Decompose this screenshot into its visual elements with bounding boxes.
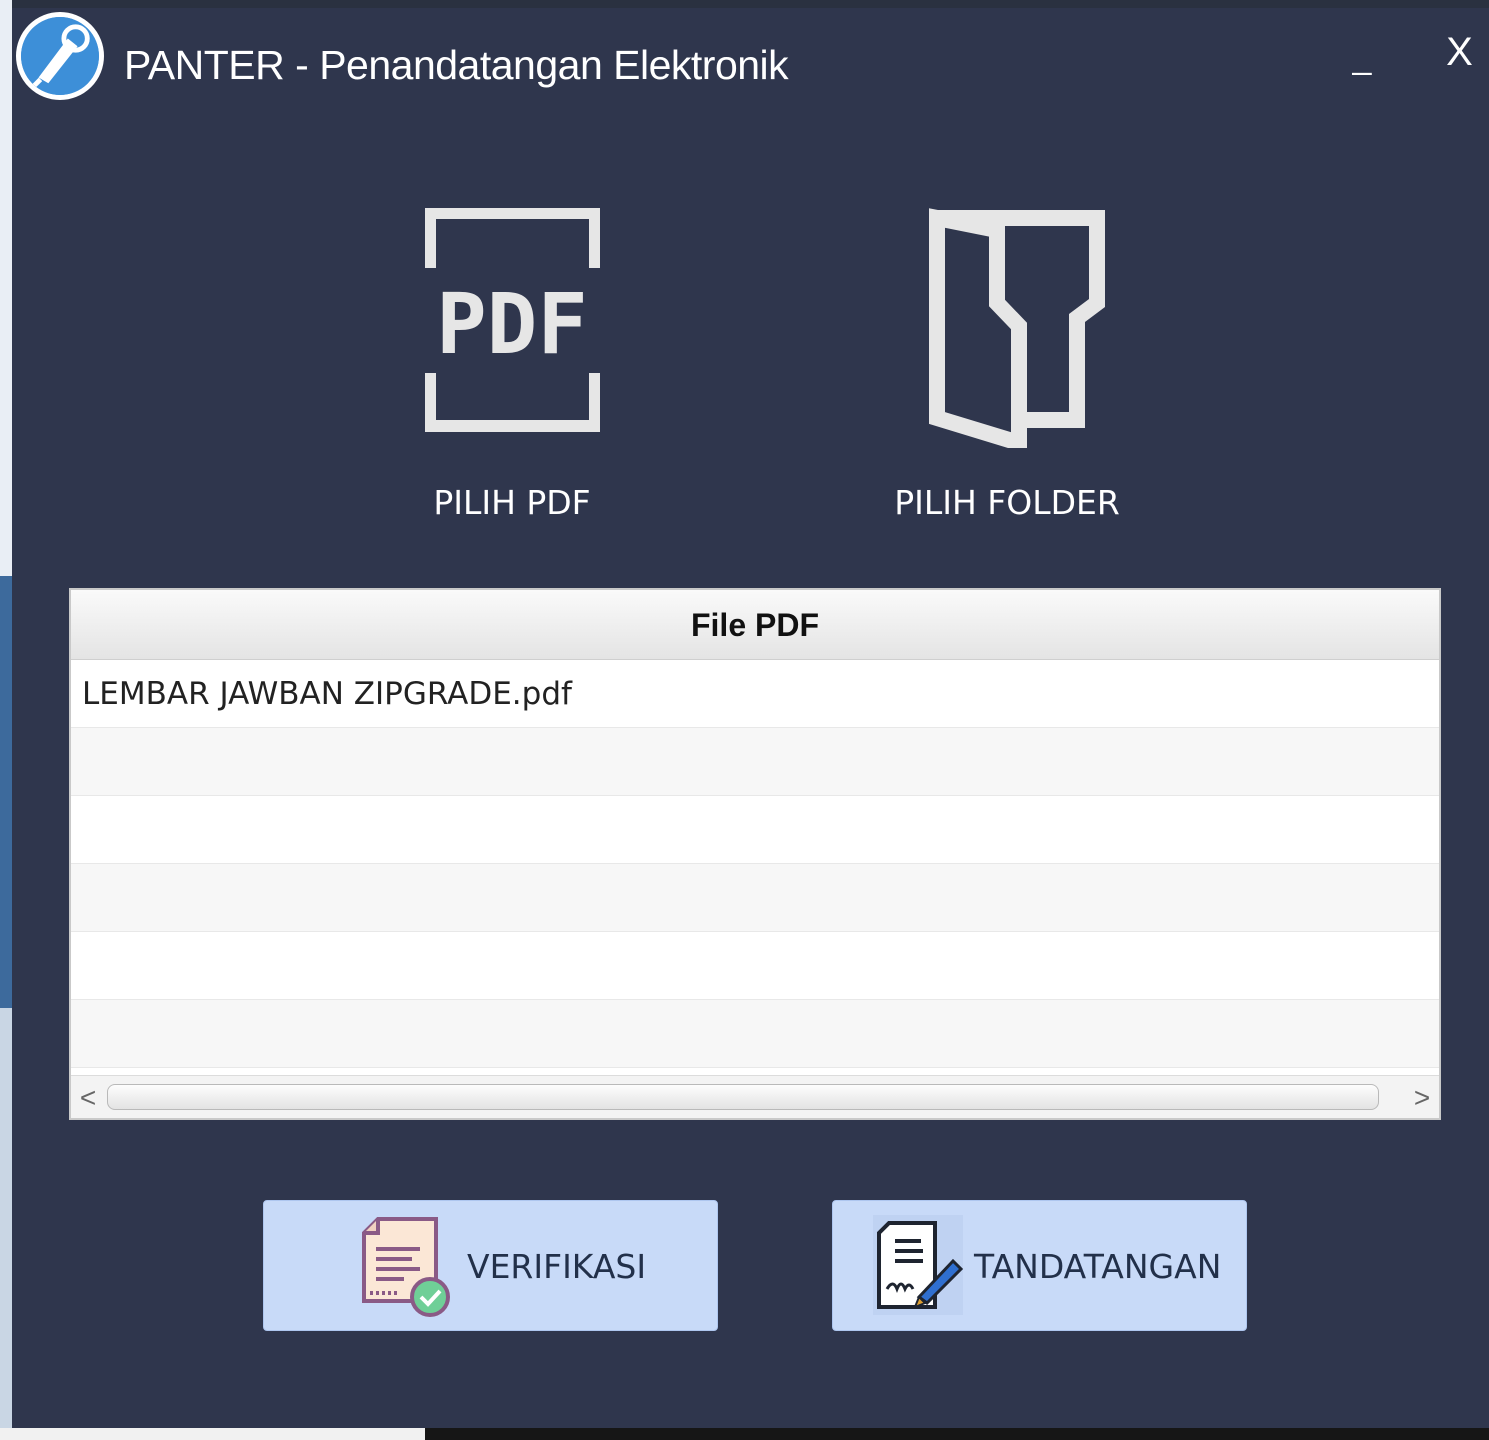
desktop-left-strip	[0, 0, 12, 1440]
minimize-button[interactable]: _	[1342, 38, 1382, 78]
pick-pdf-button[interactable]: PDF PILIH PDF	[392, 208, 632, 538]
file-table: File PDF LEMBAR JAWBAN ZIPGRADE.pdf < >	[69, 588, 1441, 1120]
document-pen-icon	[873, 1215, 963, 1315]
title-bar[interactable]: PANTER - Penandatangan Elektronik _ X	[12, 8, 1489, 128]
pick-folder-label: PILIH FOLDER	[894, 483, 1120, 522]
app-window: PANTER - Penandatangan Elektronik _ X PD…	[12, 8, 1489, 1428]
folder-icon	[929, 208, 1105, 448]
verify-button[interactable]: VERIFIKASI	[263, 1200, 718, 1331]
desktop-bottom-strip	[0, 1428, 1489, 1440]
close-button[interactable]: X	[1437, 30, 1482, 80]
table-row[interactable]	[71, 864, 1439, 932]
scroll-left-arrow[interactable]: <	[73, 1076, 103, 1119]
table-row[interactable]	[71, 1000, 1439, 1068]
table-rows: LEMBAR JAWBAN ZIPGRADE.pdf	[71, 660, 1439, 1075]
horizontal-scrollbar[interactable]: < >	[71, 1075, 1439, 1118]
desktop-bottom-dark	[425, 1428, 1489, 1440]
sign-button[interactable]: TANDATANGAN	[832, 1200, 1247, 1331]
pick-pdf-label: PILIH PDF	[433, 483, 591, 522]
svg-text:PDF: PDF	[436, 275, 588, 373]
scroll-right-arrow[interactable]: >	[1407, 1076, 1437, 1119]
table-row[interactable]	[71, 796, 1439, 864]
table-row[interactable]	[71, 728, 1439, 796]
document-check-icon	[362, 1217, 450, 1317]
table-row[interactable]	[71, 932, 1439, 1000]
column-header-file-pdf[interactable]: File PDF	[71, 590, 1439, 660]
window-title: PANTER - Penandatangan Elektronik	[124, 42, 789, 88]
sign-label: TANDATANGAN	[974, 1247, 1222, 1286]
verify-label: VERIFIKASI	[467, 1247, 647, 1286]
pdf-icon: PDF	[424, 208, 600, 432]
table-row[interactable]: LEMBAR JAWBAN ZIPGRADE.pdf	[71, 660, 1439, 728]
app-logo-icon	[16, 12, 104, 100]
pick-folder-button[interactable]: PILIH FOLDER	[882, 208, 1132, 538]
scroll-thumb[interactable]	[107, 1084, 1379, 1110]
